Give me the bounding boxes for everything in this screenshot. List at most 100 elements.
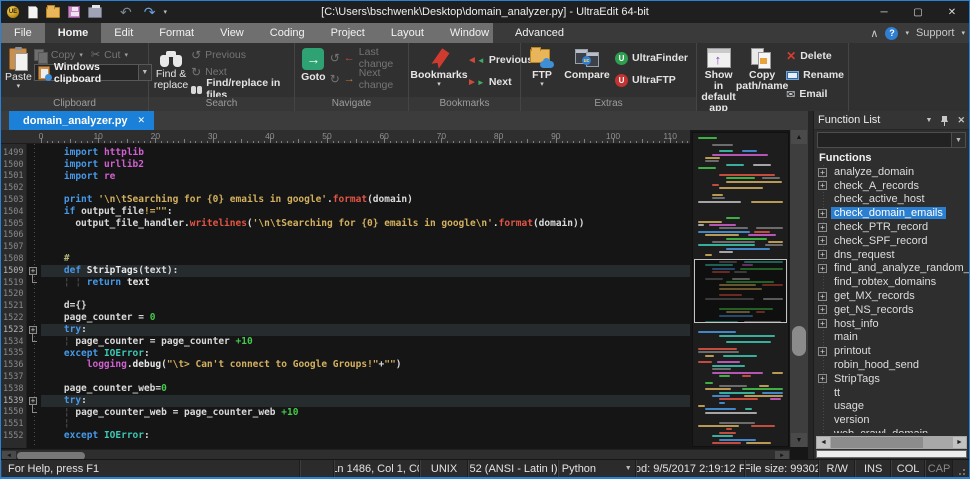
code-text[interactable]: import httplib bbox=[41, 147, 690, 159]
code-text[interactable]: ¦ ¦ return text bbox=[41, 277, 690, 289]
status-syntax-language[interactable]: Python ▼ bbox=[557, 460, 636, 477]
ftp-button[interactable]: FTP ▾ bbox=[525, 46, 559, 88]
menu-item-file[interactable]: File bbox=[1, 23, 45, 43]
code-line[interactable]: 1523 + try: bbox=[1, 323, 690, 336]
menu-item-advanced[interactable]: Advanced bbox=[502, 23, 577, 43]
tree-expand-icon[interactable]: + bbox=[818, 181, 827, 191]
next-change-button[interactable]: ↻ → Next change bbox=[330, 67, 404, 91]
panel-menu-icon[interactable]: ▼ bbox=[926, 117, 933, 124]
function-name[interactable]: check_domain_emails bbox=[831, 207, 946, 220]
email-file-button[interactable]: ✉ Email bbox=[786, 86, 844, 102]
code-text[interactable]: ¦ page_counter = page_counter +10 bbox=[41, 336, 690, 348]
tree-expand-icon[interactable]: + bbox=[818, 305, 827, 315]
panel-footer-field[interactable] bbox=[816, 450, 967, 458]
minimap-viewport[interactable] bbox=[694, 259, 787, 323]
code-text[interactable]: logging.debug("\t> Can't connect to Goog… bbox=[41, 359, 690, 371]
copy-path-name-button[interactable]: Copy path/name bbox=[736, 46, 788, 92]
tree-expand-icon[interactable]: + bbox=[818, 264, 827, 274]
goto-button[interactable]: → Goto bbox=[299, 46, 328, 83]
function-list-item[interactable]: + check_domain_emails bbox=[814, 206, 969, 220]
panel-horizontal-scrollbar[interactable]: ◄ ► bbox=[816, 436, 967, 449]
minimize-button[interactable]: ─ bbox=[867, 1, 901, 23]
pin-icon[interactable] bbox=[940, 115, 949, 126]
code-line[interactable]: 1520 bbox=[1, 289, 690, 301]
save-icon[interactable] bbox=[68, 6, 80, 18]
fold-expand-icon[interactable]: + bbox=[29, 325, 37, 334]
function-name[interactable]: find_robtex_domains bbox=[831, 276, 939, 288]
windows-clipboard-select[interactable]: Windows clipboard ▼ bbox=[33, 61, 152, 85]
open-file-icon[interactable] bbox=[46, 4, 60, 18]
tree-expand-icon[interactable]: + bbox=[818, 167, 827, 177]
fold-expand-icon[interactable]: + bbox=[29, 396, 37, 405]
function-name[interactable]: check_active_host bbox=[831, 193, 928, 205]
find-previous-button[interactable]: ↺ Previous bbox=[191, 47, 290, 63]
function-name[interactable]: version bbox=[831, 414, 872, 426]
resize-grip[interactable] bbox=[953, 460, 969, 477]
code-line[interactable]: 1501 import re bbox=[1, 171, 690, 183]
function-name[interactable]: usage bbox=[831, 400, 867, 412]
menu-item-layout[interactable]: Layout bbox=[378, 23, 437, 43]
ribbon-collapse-icon[interactable]: ∧ bbox=[870, 27, 878, 40]
function-name[interactable]: host_info bbox=[831, 318, 882, 330]
delete-file-button[interactable]: ✕ Delete bbox=[786, 48, 844, 64]
function-list-item[interactable]: + check_A_records bbox=[814, 179, 969, 193]
rename-file-button[interactable]: Rename bbox=[786, 67, 844, 83]
function-name[interactable]: web_crawl_domain bbox=[831, 428, 931, 433]
code-line[interactable]: 1507 bbox=[1, 241, 690, 253]
function-list-item[interactable]: + dns_request bbox=[814, 248, 969, 262]
tree-expand-icon[interactable]: + bbox=[818, 250, 827, 260]
function-list-item[interactable]: + check_PTR_record bbox=[814, 220, 969, 234]
app-logo-icon[interactable]: UE bbox=[6, 5, 20, 19]
code-text[interactable]: import re bbox=[41, 171, 690, 183]
function-name[interactable]: check_A_records bbox=[831, 180, 922, 192]
code-line[interactable]: 1500 import urllib2 bbox=[1, 159, 690, 171]
function-list-item[interactable]: check_active_host bbox=[814, 193, 969, 207]
code-line[interactable]: 1550 ¦ page_counter_web = page_counter_w… bbox=[1, 404, 690, 419]
code-text[interactable]: output_file_handler.writelines('\n\tSear… bbox=[41, 218, 690, 230]
panel-scroll-right-icon[interactable]: ► bbox=[953, 437, 966, 448]
function-name[interactable]: StripTags bbox=[831, 373, 883, 385]
fold-expand-icon[interactable]: + bbox=[29, 266, 37, 275]
ultrafinder-button[interactable]: U UltraFinder bbox=[615, 50, 688, 66]
close-button[interactable]: ✕ bbox=[935, 1, 969, 23]
menu-item-view[interactable]: View bbox=[207, 23, 257, 43]
function-name[interactable]: get_MX_records bbox=[831, 290, 918, 302]
code-line[interactable]: 1522 page_counter = 0 bbox=[1, 312, 690, 324]
function-name[interactable]: find_and_analyze_random_domain bbox=[831, 262, 969, 274]
code-text[interactable]: ¦ bbox=[41, 418, 690, 430]
panel-close-icon[interactable]: ✕ bbox=[957, 115, 965, 126]
function-list-item[interactable]: + get_NS_records bbox=[814, 303, 969, 317]
new-file-icon[interactable] bbox=[28, 5, 38, 19]
code-line[interactable]: 1537 bbox=[1, 371, 690, 383]
function-list-item[interactable]: + find_and_analyze_random_domain bbox=[814, 262, 969, 276]
help-icon[interactable]: ? bbox=[885, 26, 899, 40]
menu-item-project[interactable]: Project bbox=[318, 23, 378, 43]
status-caps-lock[interactable]: CAP bbox=[925, 460, 954, 477]
find-replace-button[interactable]: Find & replace bbox=[153, 46, 189, 91]
support-menu[interactable]: Support bbox=[916, 27, 955, 39]
undo-icon[interactable]: ↶ bbox=[120, 5, 132, 19]
code-text[interactable]: except IOError: bbox=[41, 430, 690, 442]
code-area[interactable]: 1499 import httplib 1500 import urllib2 15… bbox=[1, 144, 690, 448]
function-name[interactable]: printout bbox=[831, 345, 874, 357]
code-line[interactable]: 1503 print '\n\tSearching for {0} emails… bbox=[1, 194, 690, 206]
code-line[interactable]: 1519 ¦ ¦ return text bbox=[1, 274, 690, 289]
code-text[interactable]: except IOError: bbox=[41, 348, 690, 360]
function-list-item[interactable]: main bbox=[814, 331, 969, 345]
menu-item-window[interactable]: Window bbox=[437, 23, 502, 43]
function-list-item[interactable]: tt bbox=[814, 386, 969, 400]
print-icon[interactable] bbox=[88, 4, 102, 18]
function-list-item[interactable]: + host_info bbox=[814, 317, 969, 331]
vertical-scrollbar-thumb[interactable] bbox=[792, 326, 806, 356]
tree-expand-icon[interactable]: + bbox=[818, 291, 827, 301]
paste-button[interactable]: Paste ▾ bbox=[5, 46, 32, 90]
tree-expand-icon[interactable]: + bbox=[818, 374, 827, 384]
code-text[interactable]: # bbox=[41, 253, 690, 265]
support-dropdown-icon[interactable]: ▾ bbox=[961, 29, 965, 37]
compare-button[interactable]: uc Compare bbox=[561, 46, 613, 81]
tree-expand-icon[interactable]: + bbox=[818, 346, 827, 356]
code-line[interactable]: 1506 bbox=[1, 230, 690, 242]
code-line[interactable]: 1535 except IOError: bbox=[1, 348, 690, 360]
function-list-item[interactable]: + analyze_domain bbox=[814, 165, 969, 179]
panel-scrollbar-thumb[interactable] bbox=[831, 437, 923, 448]
